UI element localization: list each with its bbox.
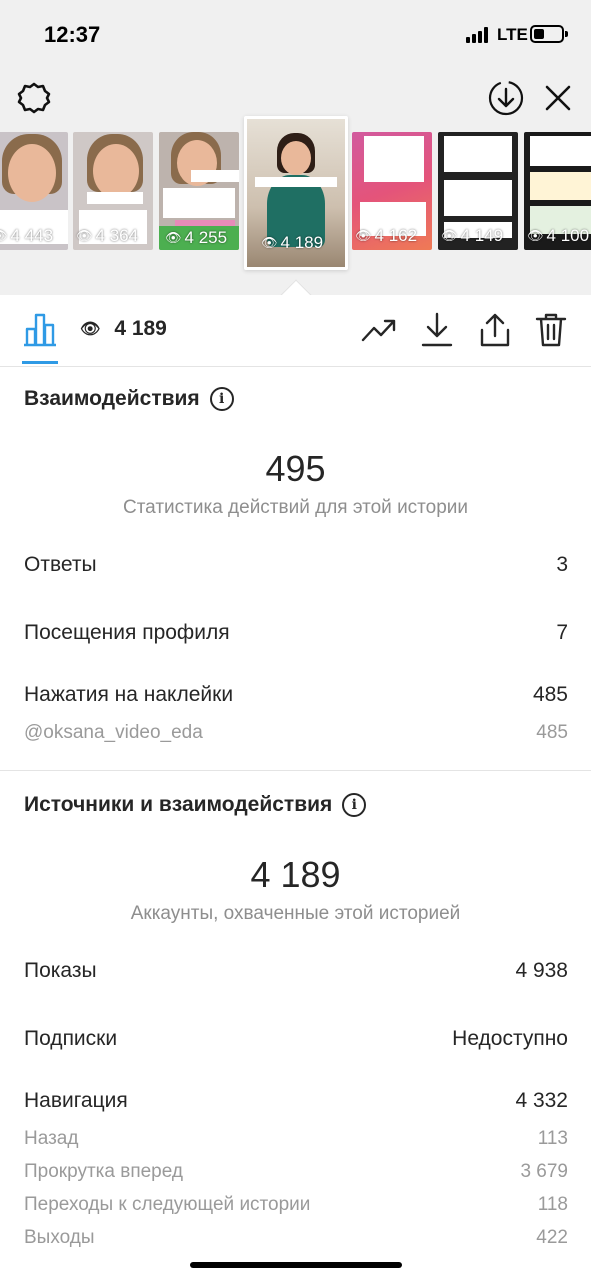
stat-label: Ответы [24,553,97,576]
stat-subrow-mention[interactable]: @oksana_video_eda 485 [24,722,568,744]
discovery-title-text: Источники и взаимодействия [24,793,333,816]
download-circle-icon[interactable] [486,78,526,118]
stat-label: Навигация [24,1089,128,1112]
stat-subrow-exits[interactable]: Выходы 422 [24,1227,568,1249]
discovery-total: 4 189 [250,854,341,895]
stat-subrow-forward[interactable]: Прокрутка вперед 3 679 [24,1161,568,1183]
signal-icon [466,27,492,43]
stat-label: Нажатия на наклейки [24,683,234,706]
story-thumbnail-selected[interactable]: 👁 4 189 [244,116,348,270]
eye-icon: 👁 [80,321,101,338]
stat-value: 3 679 [520,1161,568,1182]
battery-icon [530,25,568,43]
stat-subrow-next-story[interactable]: Переходы к следующей истории 118 [24,1194,568,1216]
stat-value: 422 [536,1227,568,1248]
info-icon[interactable]: i [342,793,367,817]
story-views: 👁 4 149 [441,226,504,245]
stat-value: 118 [537,1194,568,1215]
stat-row-sticker-taps[interactable]: Нажатия на наклейки 485 [24,683,568,707]
eye-icon: 👁 [76,228,93,243]
stat-value: 3 [556,553,568,576]
eye-icon: 👁 [261,235,278,250]
story-views: 👁 4 364 [76,226,139,245]
stat-value: 485 [532,683,568,706]
story-thumbnail[interactable]: 👁 4 162 [352,132,432,250]
stat-value: 485 [536,722,568,743]
story-thumbnail[interactable]: 👁 4 100 [524,132,591,250]
story-views: 👁 4 100 [527,226,590,245]
story-views: 👁 4 189 [261,233,324,252]
stat-value: 4 938 [515,959,568,982]
close-icon[interactable] [538,78,578,118]
stat-row-navigation[interactable]: Навигация 4 332 [24,1089,568,1113]
story-thumbnail[interactable]: 👁 4 149 [438,132,518,250]
stat-label: Назад [24,1128,79,1149]
story-thumbnail[interactable]: 👁4 443 [0,132,68,250]
interactions-total: 495 [265,448,326,489]
stat-row-replies[interactable]: Ответы 3 [24,553,568,577]
discovery-title: Источники и взаимодействия i [24,793,367,817]
story-thumbnail[interactable]: 👁 4 364 [73,132,153,250]
home-indicator[interactable] [190,1262,402,1268]
trending-icon[interactable] [360,311,398,349]
section-divider [0,770,591,771]
stat-label: @oksana_video_eda [24,722,203,743]
story-views: 👁 4 162 [355,226,418,245]
stat-label: Подписки [24,1027,118,1050]
stat-row-impressions[interactable]: Показы 4 938 [24,959,568,983]
download-icon[interactable] [418,311,456,349]
eye-icon: 👁 [441,228,458,243]
share-icon[interactable] [476,311,514,349]
stat-label: Посещения профиля [24,621,230,644]
trash-icon[interactable] [532,311,570,349]
stat-label: Показы [24,959,97,982]
stat-value: 4 332 [515,1089,568,1112]
stories-header: 👁4 443 👁4 364 👁4 255 👁4 189 👁4 162 👁4 14… [0,70,591,295]
stat-subrow-back[interactable]: Назад 113 [24,1128,568,1150]
stat-value: Недоступно [452,1027,568,1050]
views-count[interactable]: 👁 4 189 [80,317,167,341]
info-icon[interactable]: i [209,387,234,411]
network-label: LTE [497,25,528,44]
status-time: 12:37 [44,22,101,47]
tab-underline [22,361,58,364]
discovery-caption: Аккаунты, охваченные этой историей [130,903,461,924]
stat-label: Переходы к следующей истории [24,1194,311,1215]
stat-value: 7 [556,621,568,644]
eye-icon: 👁 [0,228,8,244]
story-views: 👁 4 255 [159,226,239,250]
gear-icon[interactable] [14,78,54,118]
stat-label: Прокрутка вперед [24,1161,183,1182]
story-thumbnail[interactable]: 👁 4 255 [159,132,239,250]
stat-row-profile-visits[interactable]: Посещения профиля 7 [24,621,568,645]
insights-toolbar: 👁 4 189 [0,295,591,367]
stat-label: Выходы [24,1227,95,1248]
stat-value: 113 [537,1128,568,1149]
interactions-title: Взаимодействия i [24,387,234,411]
eye-icon: 👁 [165,230,182,245]
interactions-caption: Статистика действий для этой истории [122,497,469,518]
bar-chart-icon[interactable] [22,311,58,347]
views-count-label: 4 189 [114,317,167,340]
stat-row-follows[interactable]: Подписки Недоступно [24,1027,568,1051]
eye-icon: 👁 [355,228,372,243]
interactions-title-text: Взаимодействия [24,387,200,410]
story-views: 👁4 443 [0,226,53,246]
status-bar: 12:37 LTE [0,0,591,70]
eye-icon: 👁 [527,228,544,243]
